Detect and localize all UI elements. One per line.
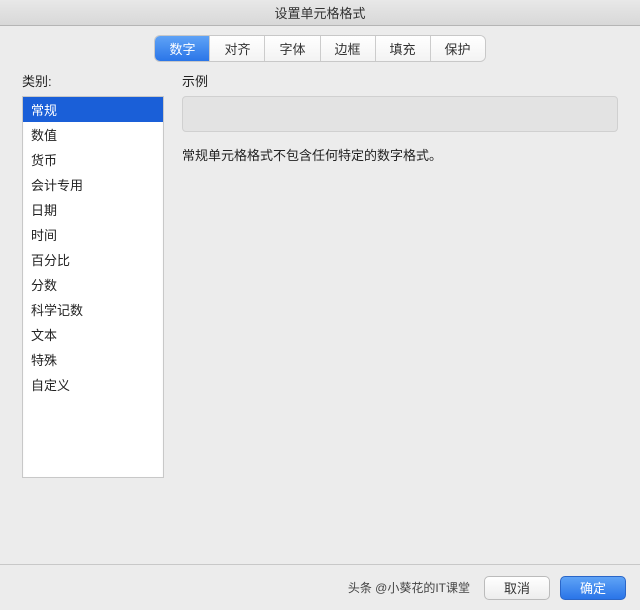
category-item-special[interactable]: 特殊 [23,347,163,372]
tab-font[interactable]: 字体 [265,36,320,61]
content-area: 类别: 常规 数值 货币 会计专用 日期 时间 百分比 分数 科学记数 文本 特… [0,69,640,478]
sample-box [182,96,618,132]
category-label: 类别: [22,71,164,90]
category-item-accounting[interactable]: 会计专用 [23,172,163,197]
title-bar: 设置单元格格式 [0,0,640,26]
window-title: 设置单元格格式 [274,3,365,22]
category-item-general[interactable]: 常规 [23,97,163,122]
right-column: 示例 常规单元格格式不包含任何特定的数字格式。 [182,69,618,478]
tab-fill[interactable]: 填充 [376,36,431,61]
category-item-scientific[interactable]: 科学记数 [23,297,163,322]
footer: 头条 @小葵花的IT课堂 取消 确定 [0,564,640,610]
attribution-text: 头条 @小葵花的IT课堂 [348,579,470,596]
category-item-number[interactable]: 数值 [23,122,163,147]
category-item-date[interactable]: 日期 [23,197,163,222]
category-item-currency[interactable]: 货币 [23,147,163,172]
tab-number[interactable]: 数字 [155,36,210,61]
format-description: 常规单元格格式不包含任何特定的数字格式。 [182,146,618,166]
category-item-text[interactable]: 文本 [23,322,163,347]
left-column: 类别: 常规 数值 货币 会计专用 日期 时间 百分比 分数 科学记数 文本 特… [22,69,164,478]
category-list[interactable]: 常规 数值 货币 会计专用 日期 时间 百分比 分数 科学记数 文本 特殊 自定… [22,96,164,478]
category-item-time[interactable]: 时间 [23,222,163,247]
tab-bar: 数字 对齐 字体 边框 填充 保护 [0,36,640,69]
category-item-fraction[interactable]: 分数 [23,272,163,297]
tab-protection[interactable]: 保护 [431,36,485,61]
tab-border[interactable]: 边框 [321,36,376,61]
category-item-percentage[interactable]: 百分比 [23,247,163,272]
tab-group: 数字 对齐 字体 边框 填充 保护 [155,36,484,61]
cancel-button[interactable]: 取消 [484,576,550,600]
category-item-custom[interactable]: 自定义 [23,372,163,397]
sample-label: 示例 [182,71,618,90]
tab-alignment[interactable]: 对齐 [210,36,265,61]
ok-button[interactable]: 确定 [560,576,626,600]
